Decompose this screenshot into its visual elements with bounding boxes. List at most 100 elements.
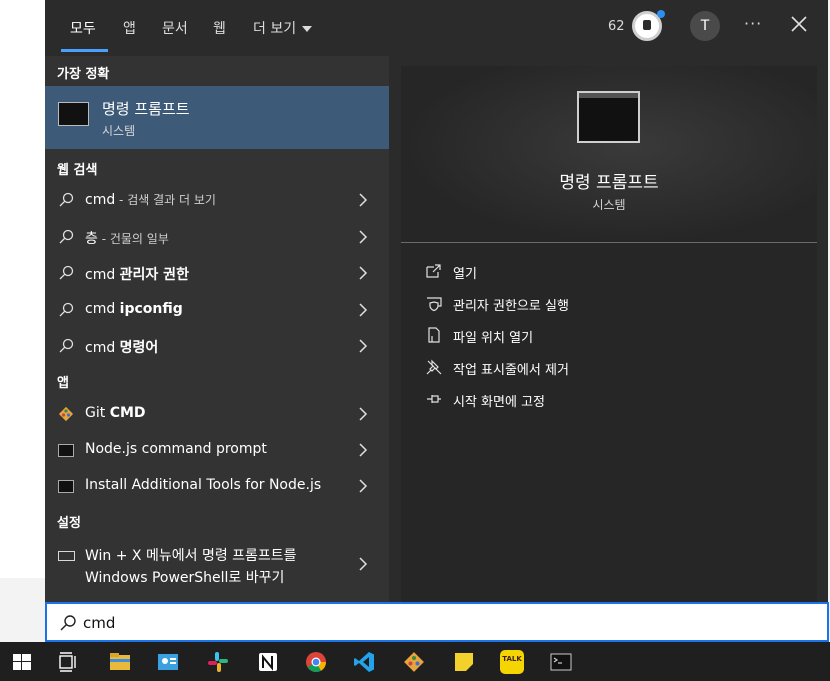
search-icon — [59, 302, 74, 317]
search-box[interactable] — [45, 602, 829, 642]
list-item-label: 층 - 건물의 일부 — [85, 231, 169, 247]
best-match-title: 명령 프롬프트 — [102, 100, 190, 118]
app-detail-header: 명령 프롬프트 시스템 — [401, 66, 817, 243]
action-label: 파일 위치 열기 — [453, 331, 534, 346]
tab-documents[interactable]: 문서 — [162, 18, 188, 38]
chevron-right-icon — [359, 266, 368, 280]
list-item-web-cmd-admin[interactable]: cmd 관리자 권한 — [45, 255, 389, 291]
pin-icon — [427, 395, 441, 403]
more-options-icon[interactable]: ··· — [744, 14, 762, 33]
kakaotalk-icon[interactable]: TALK — [500, 650, 524, 674]
file-location-icon — [428, 327, 440, 343]
task-view-icon[interactable] — [56, 650, 80, 674]
taskbar: TALK — [0, 642, 830, 681]
action-pin-start[interactable]: 시작 화면에 고정 — [423, 388, 803, 412]
action-label: 작업 표시줄에서 제거 — [453, 363, 569, 378]
app-detail-pane: 명령 프롬프트 시스템 열기 관리자 권한으로 실행 파일 위치 열기 작업 표… — [401, 66, 817, 602]
list-item-web-cmd[interactable]: cmd - 검색 결과 더 보기 — [45, 182, 389, 218]
section-heading-best-match: 가장 정확 — [57, 67, 110, 82]
section-heading-web-search: 웹 검색 — [57, 163, 98, 178]
app-detail-title: 명령 프롬프트 — [559, 173, 659, 193]
list-item-label: cmd 관리자 권한 — [85, 267, 189, 283]
list-item-label: Node.js command prompt — [85, 441, 267, 457]
list-item-powershell-setting[interactable]: Win + X 메뉴에서 명령 프롬프트를 Windows PowerShell… — [45, 543, 389, 599]
command-prompt-icon — [58, 102, 89, 126]
action-open-file-location[interactable]: 파일 위치 열기 — [423, 324, 803, 348]
chevron-right-icon — [359, 443, 368, 457]
list-item-web-cmd-ipconfig[interactable]: cmd ipconfig — [45, 292, 389, 328]
chevron-right-icon — [359, 557, 368, 571]
command-prompt-icon — [58, 444, 74, 457]
close-icon[interactable] — [789, 14, 809, 34]
shield-icon — [427, 297, 442, 312]
active-tab-indicator — [61, 49, 108, 52]
file-explorer-icon[interactable] — [108, 650, 132, 674]
divider — [401, 242, 817, 243]
chevron-right-icon — [359, 230, 368, 244]
action-label: 관리자 권한으로 실행 — [453, 299, 569, 314]
search-results-list: 가장 정확 명령 프롬프트 시스템 웹 검색 cmd - 검색 결과 더 보기 … — [45, 56, 389, 602]
git-icon[interactable] — [402, 650, 426, 674]
app-detail-subtitle: 시스템 — [592, 198, 626, 212]
chevron-right-icon — [359, 339, 368, 353]
search-filter-bar: 모두 앱 문서 웹 더 보기 62 T ··· — [45, 0, 828, 56]
chrome-icon[interactable] — [304, 650, 328, 674]
keyboard-icon — [58, 551, 75, 561]
desktop-background — [0, 0, 45, 578]
search-icon — [59, 192, 74, 207]
list-item-web-floor[interactable]: 층 - 건물의 일부 — [45, 219, 389, 255]
list-item-label: Win + X 메뉴에서 명령 프롬프트를 Windows PowerShell… — [85, 548, 297, 586]
list-item-git-cmd[interactable]: Git CMD — [45, 396, 389, 432]
unpin-icon — [426, 359, 442, 375]
open-icon — [426, 264, 441, 278]
windows-start-icon[interactable] — [10, 650, 34, 674]
action-unpin-taskbar[interactable]: 작업 표시줄에서 제거 — [423, 356, 803, 380]
tab-more-label: 더 보기 — [253, 21, 297, 37]
search-icon — [59, 265, 74, 280]
caret-down-icon — [302, 26, 313, 32]
action-open[interactable]: 열기 — [423, 260, 803, 284]
command-prompt-icon — [577, 91, 640, 143]
search-icon — [59, 338, 74, 353]
chevron-right-icon — [359, 407, 368, 421]
list-item-label: cmd - 검색 결과 더 보기 — [85, 192, 216, 208]
list-item-label: Git CMD — [85, 405, 146, 421]
slack-icon[interactable] — [206, 650, 230, 674]
chevron-right-icon — [359, 303, 368, 317]
list-item-nodejs-command-prompt[interactable]: Node.js command prompt — [45, 432, 389, 468]
chevron-right-icon — [359, 479, 368, 493]
action-run-as-admin[interactable]: 관리자 권한으로 실행 — [423, 292, 803, 316]
list-item-web-cmd-commands[interactable]: cmd 명령어 — [45, 328, 389, 364]
search-icon — [59, 229, 74, 244]
action-label: 열기 — [453, 267, 477, 282]
list-item-install-additional-tools[interactable]: Install Additional Tools for Node.js — [45, 468, 389, 504]
sticky-notes-icon[interactable] — [452, 650, 476, 674]
desktop-background-lower — [0, 578, 45, 642]
best-match-subtitle: 시스템 — [102, 124, 136, 138]
chevron-right-icon — [359, 193, 368, 207]
list-item-label: cmd ipconfig — [85, 301, 183, 317]
start-search-panel: 모두 앱 문서 웹 더 보기 62 T ··· 가장 정확 명령 프롬프트 시스… — [45, 0, 828, 642]
terminal-icon[interactable] — [549, 650, 573, 674]
search-input[interactable] — [83, 612, 783, 634]
kakaotalk-icon-label: TALK — [502, 655, 522, 663]
search-icon — [60, 615, 76, 631]
reward-points: 62 — [608, 19, 625, 34]
notion-icon[interactable] — [256, 650, 280, 674]
user-avatar[interactable]: T — [690, 11, 720, 41]
list-item-label: cmd 명령어 — [85, 340, 159, 356]
best-match-item[interactable]: 명령 프롬프트 시스템 — [45, 86, 389, 149]
section-heading-apps: 앱 — [57, 376, 69, 391]
git-icon — [58, 406, 74, 422]
command-prompt-icon — [58, 480, 74, 493]
tab-apps[interactable]: 앱 — [123, 18, 136, 38]
contacts-app-icon[interactable] — [156, 650, 180, 674]
action-label: 시작 화면에 고정 — [453, 395, 545, 410]
section-heading-settings: 설정 — [57, 516, 81, 531]
notification-dot — [657, 10, 665, 18]
vscode-icon[interactable] — [352, 650, 376, 674]
list-item-label: Install Additional Tools for Node.js — [85, 477, 322, 493]
tab-more[interactable]: 더 보기 — [253, 18, 313, 38]
tab-web[interactable]: 웹 — [213, 18, 226, 38]
tab-all[interactable]: 모두 — [70, 18, 96, 38]
